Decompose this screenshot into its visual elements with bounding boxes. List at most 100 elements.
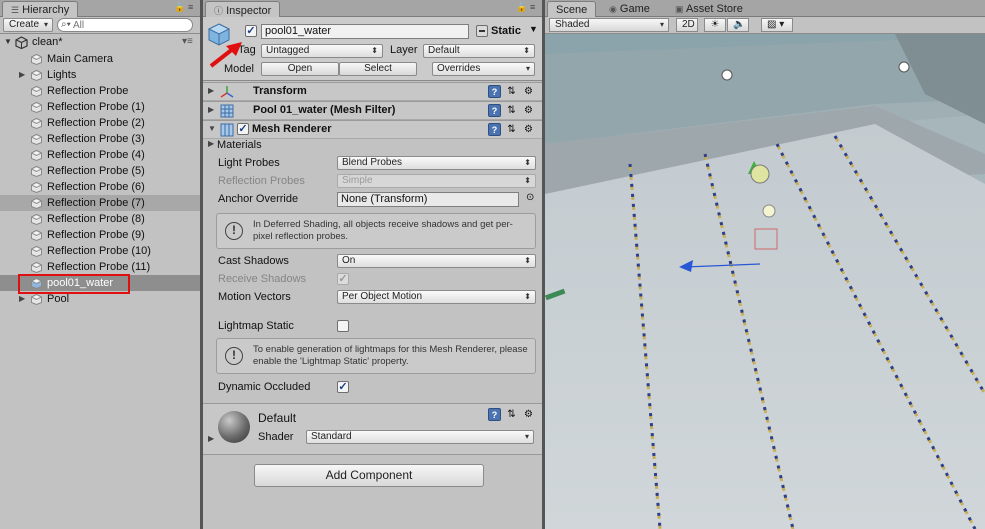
- materials-fold-icon[interactable]: ▶: [208, 139, 214, 148]
- hierarchy-item[interactable]: Reflection Probe (3): [0, 131, 200, 147]
- cast-shadows-dropdown[interactable]: On ⬍: [337, 254, 536, 268]
- shading-mode-dropdown[interactable]: Shaded ▾: [549, 18, 669, 32]
- hierarchy-item[interactable]: Reflection Probe (11): [0, 259, 200, 275]
- material-sphere-icon[interactable]: [218, 411, 250, 443]
- cast-shadows-value: On: [342, 255, 356, 266]
- fold-closed-icon[interactable]: ▶: [208, 434, 214, 443]
- preset-sliders-icon[interactable]: ⇅: [505, 85, 518, 98]
- panel-menu-icon[interactable]: ≡: [188, 2, 193, 12]
- reflection-probe-gizmo-icon[interactable]: [721, 69, 733, 81]
- tab-inspector[interactable]: ⓘ Inspector: [205, 1, 281, 17]
- tab-hierarchy[interactable]: ☰ Hierarchy: [2, 1, 79, 17]
- highlight-box: [18, 274, 130, 294]
- hierarchy-item[interactable]: Reflection Probe (5): [0, 163, 200, 179]
- gameobject-cube-icon: [30, 293, 43, 306]
- gear-icon[interactable]: ⚙: [522, 123, 535, 136]
- fold-open-icon[interactable]: ▼: [208, 124, 216, 133]
- add-component-button[interactable]: Add Component: [254, 464, 484, 487]
- anchor-override-field[interactable]: None (Transform): [337, 192, 519, 207]
- scene-root-row[interactable]: ▼ clean* ▾≡: [0, 35, 200, 51]
- object-name-field[interactable]: pool01_water: [261, 24, 469, 39]
- dynamic-occluded-checkbox[interactable]: ✓: [337, 381, 349, 393]
- audio-toggle-speaker-icon[interactable]: 🔈: [727, 18, 749, 32]
- active-checkbox[interactable]: ✓: [245, 25, 257, 37]
- hierarchy-item[interactable]: Reflection Probe (2): [0, 115, 200, 131]
- lock-icon[interactable]: 🔒: [174, 2, 185, 13]
- hierarchy-item-label: Reflection Probe (2): [47, 117, 145, 129]
- preset-sliders-icon[interactable]: ⇅: [505, 123, 518, 136]
- tag-dropdown[interactable]: Untagged ⬍: [261, 44, 383, 58]
- tab-game[interactable]: ◉ Game: [601, 1, 658, 17]
- transform-component-header[interactable]: ▶ Transform ? ⇅ ⚙: [203, 82, 542, 101]
- hierarchy-item-label: Reflection Probe (4): [47, 149, 145, 161]
- create-button[interactable]: Create ▾: [3, 18, 53, 32]
- static-checkbox[interactable]: [476, 25, 488, 37]
- hierarchy-item[interactable]: Reflection Probe (9): [0, 227, 200, 243]
- search-input[interactable]: [73, 19, 183, 31]
- static-dropdown-arrow-icon[interactable]: ▼: [529, 24, 538, 34]
- dropdown-arrow-icon: ▾: [659, 20, 664, 29]
- hierarchy-search[interactable]: ⌕▾: [57, 18, 193, 32]
- lighting-toggle-sun-icon[interactable]: ☀: [704, 18, 726, 32]
- help-book-icon[interactable]: ?: [488, 85, 501, 98]
- preset-sliders-icon[interactable]: ⇅: [505, 104, 518, 117]
- mode-2d-button[interactable]: 2D: [676, 18, 698, 32]
- hierarchy-item[interactable]: Reflection Probe (10): [0, 243, 200, 259]
- panel-menu-icon[interactable]: ≡: [530, 2, 535, 12]
- help-book-icon[interactable]: ?: [488, 408, 501, 421]
- gear-icon[interactable]: ⚙: [522, 408, 535, 421]
- fold-open-icon[interactable]: ▼: [4, 37, 12, 46]
- light-gizmo-icon[interactable]: [750, 164, 770, 184]
- lock-icon[interactable]: 🔒: [516, 2, 527, 13]
- hierarchy-item[interactable]: ▶ Lights: [0, 67, 200, 83]
- fold-closed-icon[interactable]: ▶: [208, 105, 214, 114]
- hierarchy-item[interactable]: Reflection Probe (1): [0, 99, 200, 115]
- mesh-filter-grid-icon: [220, 104, 234, 121]
- inspector-panel: ⓘ Inspector 🔒 ≡ ✓ pool01_water Static ▼ …: [203, 0, 542, 529]
- overrides-dropdown[interactable]: Overrides ▾: [432, 62, 535, 76]
- reflection-probe-gizmo-icon[interactable]: [898, 61, 910, 73]
- fold-closed-icon[interactable]: ▶: [19, 67, 25, 83]
- hierarchy-item-label: Reflection Probe (1): [47, 101, 145, 113]
- light-probes-dropdown[interactable]: Blend Probes ⬍: [337, 156, 536, 170]
- layer-dropdown[interactable]: Default ⬍: [423, 44, 535, 58]
- motion-vectors-dropdown[interactable]: Per Object Motion ⬍: [337, 290, 536, 304]
- hierarchy-item[interactable]: Main Camera: [0, 51, 200, 67]
- scene-tabbar: Scene ◉ Game ▣ Asset Store: [545, 0, 985, 17]
- hierarchy-item[interactable]: Reflection Probe (7): [0, 195, 200, 211]
- sun-gizmo-icon[interactable]: [762, 204, 776, 218]
- scene-viewport[interactable]: [545, 34, 985, 529]
- gameobject-cube-icon: [30, 133, 43, 146]
- scene-menu-icon[interactable]: ▾≡: [182, 36, 193, 47]
- hierarchy-item[interactable]: Reflection Probe (8): [0, 211, 200, 227]
- tab-asset-store[interactable]: ▣ Asset Store: [667, 1, 751, 17]
- lightmap-static-checkbox[interactable]: [337, 320, 349, 332]
- fold-closed-icon[interactable]: ▶: [208, 86, 214, 95]
- hierarchy-panel: ☰ Hierarchy 🔒 ≡ Create ▾ ⌕▾ ▼ clean* ▾≡ …: [0, 0, 200, 529]
- tab-scene[interactable]: Scene: [547, 1, 597, 17]
- gear-icon[interactable]: ⚙: [522, 104, 535, 117]
- mesh-filter-component-header[interactable]: ▶ Pool 01_water (Mesh Filter) ? ⇅ ⚙: [203, 101, 542, 120]
- preset-sliders-icon[interactable]: ⇅: [505, 408, 518, 421]
- hierarchy-item-label: Reflection Probe: [47, 85, 129, 97]
- help-book-icon[interactable]: ?: [488, 104, 501, 117]
- dropdown-arrow-icon: ▾: [524, 432, 529, 441]
- reflection-probes-dropdown: Simple ⬍: [337, 174, 536, 188]
- gear-icon[interactable]: ⚙: [522, 85, 535, 98]
- effects-image-icon[interactable]: ▨ ▾: [761, 18, 793, 32]
- gameobject-cube-icon: [30, 261, 43, 274]
- gameobject-cube-icon: [30, 85, 43, 98]
- hierarchy-item[interactable]: Reflection Probe (6): [0, 179, 200, 195]
- help-book-icon[interactable]: ?: [488, 123, 501, 136]
- hierarchy-item[interactable]: Reflection Probe (4): [0, 147, 200, 163]
- object-picker-icon[interactable]: ⊙: [526, 192, 534, 203]
- model-open-button[interactable]: Open: [261, 62, 339, 76]
- model-select-button[interactable]: Select: [339, 62, 417, 76]
- layer-label: Layer: [390, 44, 418, 56]
- materials-label[interactable]: Materials: [217, 139, 262, 151]
- hierarchy-item[interactable]: Reflection Probe: [0, 83, 200, 99]
- shader-dropdown[interactable]: Standard ▾: [306, 430, 534, 444]
- mesh-renderer-enabled-checkbox[interactable]: ✓: [237, 123, 249, 135]
- transform-icon: [220, 85, 234, 102]
- mesh-renderer-component-header[interactable]: ▼ ✓ Mesh Renderer ? ⇅ ⚙: [203, 120, 542, 139]
